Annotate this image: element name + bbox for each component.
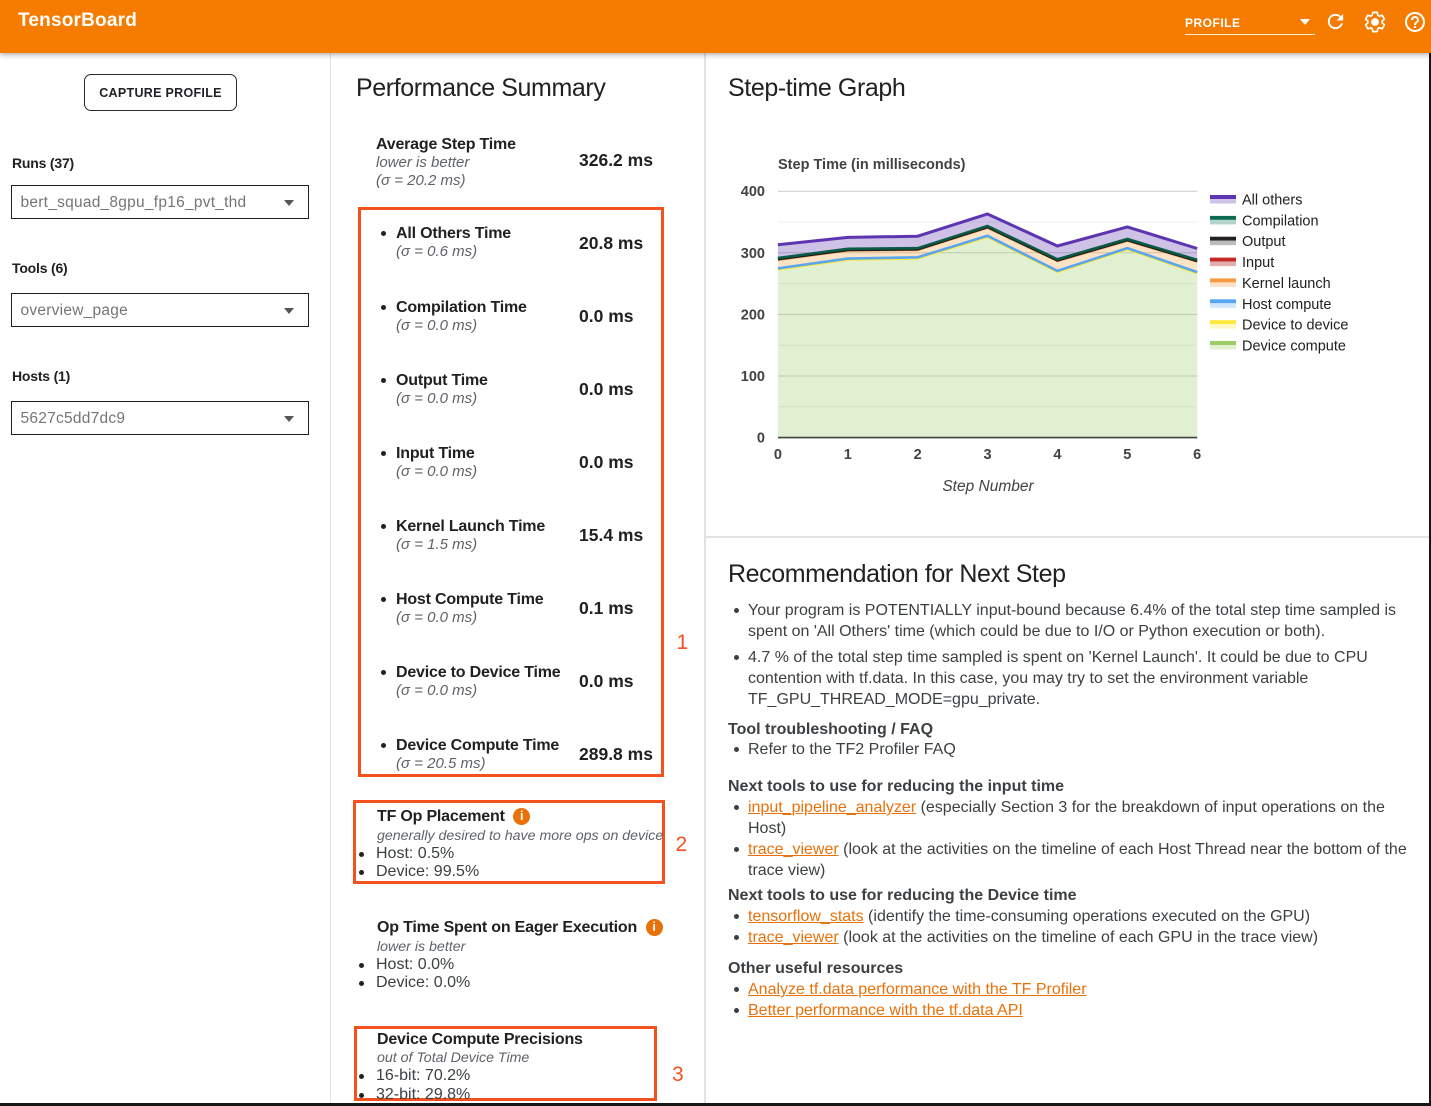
svg-text:Compilation: Compilation	[1242, 213, 1319, 229]
svg-text:Step Number: Step Number	[942, 478, 1034, 495]
svg-text:0: 0	[757, 431, 765, 447]
svg-text:Step Time (in milliseconds): Step Time (in milliseconds)	[778, 157, 966, 173]
svg-text:400: 400	[741, 184, 765, 200]
svg-text:100: 100	[741, 369, 765, 385]
svg-text:Input: Input	[1242, 255, 1274, 271]
svg-text:0: 0	[774, 447, 782, 463]
svg-text:4: 4	[1053, 447, 1061, 463]
svg-text:300: 300	[741, 246, 765, 262]
svg-text:2: 2	[914, 447, 922, 463]
svg-text:1: 1	[844, 447, 852, 463]
svg-text:Output: Output	[1242, 234, 1286, 250]
svg-text:Kernel launch: Kernel launch	[1242, 276, 1331, 292]
svg-text:Host compute: Host compute	[1242, 297, 1331, 313]
svg-text:6: 6	[1193, 447, 1201, 463]
svg-text:200: 200	[741, 307, 765, 323]
svg-text:Device to device: Device to device	[1242, 318, 1348, 334]
svg-text:Device compute: Device compute	[1242, 339, 1346, 355]
svg-text:3: 3	[983, 447, 991, 463]
svg-text:All others: All others	[1242, 193, 1302, 209]
svg-text:5: 5	[1123, 447, 1131, 463]
